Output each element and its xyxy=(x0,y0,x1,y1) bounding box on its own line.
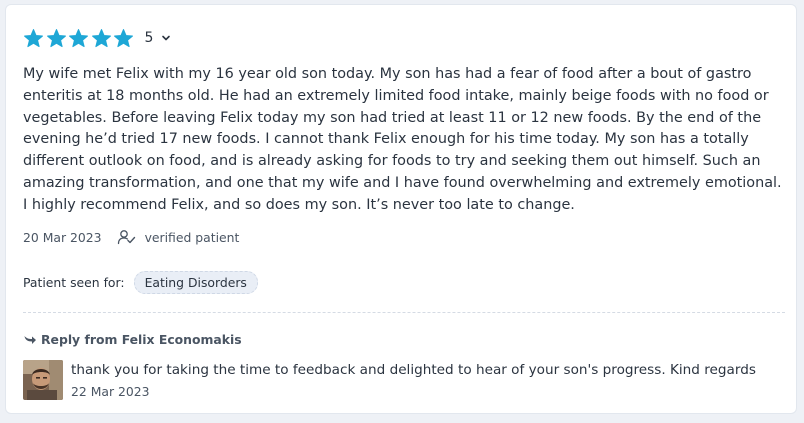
verified-user-icon xyxy=(117,229,137,245)
review-meta: 20 Mar 2023 verified patient xyxy=(23,227,239,247)
star-icon xyxy=(68,28,89,49)
star-icon xyxy=(46,28,67,49)
rating-row: 5 xyxy=(23,26,171,50)
chevron-down-icon[interactable] xyxy=(161,33,171,43)
star-icon xyxy=(91,28,112,49)
review-text: My wife met Felix with my 16 year old so… xyxy=(23,66,782,213)
review-date: 20 Mar 2023 xyxy=(23,229,102,245)
review-card: 5 My wife met Felix with my 16 year old … xyxy=(5,4,797,414)
divider xyxy=(23,312,785,313)
patient-seen-for: Patient seen for: Eating Disorders xyxy=(23,270,258,294)
rating-value: 5 xyxy=(144,30,154,46)
verified-label: verified patient xyxy=(144,229,240,245)
star-icon xyxy=(23,28,44,49)
star-rating xyxy=(23,28,136,49)
seen-for-label: Patient seen for: xyxy=(23,274,125,290)
reply-heading: Reply from Felix Economakis xyxy=(23,330,242,348)
reply-text: thank you for taking the time to feedbac… xyxy=(71,362,756,378)
star-icon xyxy=(113,28,134,49)
reply-heading-text: Reply from Felix Economakis xyxy=(41,331,242,347)
reply-arrow-icon xyxy=(23,333,37,345)
reply-date: 22 Mar 2023 xyxy=(71,384,150,399)
avatar xyxy=(23,360,63,400)
condition-tag[interactable]: Eating Disorders xyxy=(133,270,258,294)
